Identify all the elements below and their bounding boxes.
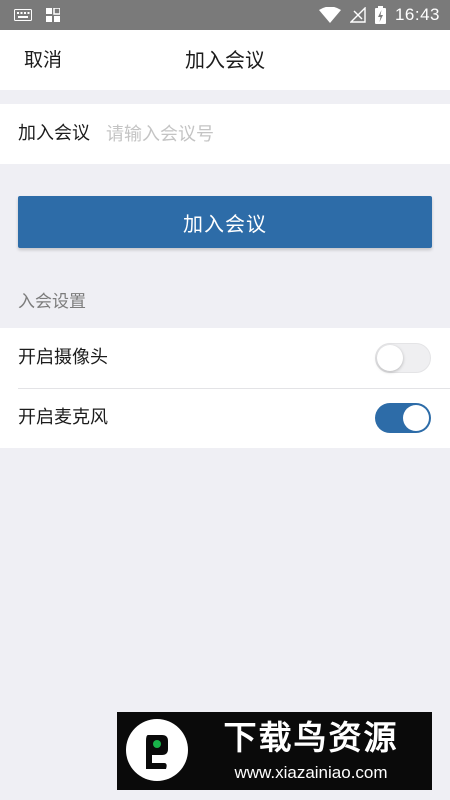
header: 取消 加入会议 xyxy=(0,30,450,90)
settings-list: 开启摄像头 开启麦克风 xyxy=(0,328,450,448)
camera-toggle[interactable] xyxy=(375,343,431,373)
meeting-number-row: 加入会议 xyxy=(0,104,450,164)
watermark-banner: 下载鸟资源 www.xiazainiao.com xyxy=(117,712,432,790)
grid-icon xyxy=(46,8,60,22)
watermark-url: www.xiazainiao.com xyxy=(234,763,388,782)
join-meeting-button[interactable]: 加入会议 xyxy=(18,196,432,248)
wifi-icon xyxy=(318,7,341,23)
watermark-title: 下载鸟资源 xyxy=(223,718,399,757)
toggle-knob xyxy=(377,345,403,371)
camera-setting-label: 开启摄像头 xyxy=(18,347,108,368)
status-bar: 16:43 xyxy=(0,0,450,30)
battery-charging-icon xyxy=(374,6,386,24)
toggle-knob xyxy=(403,405,429,431)
microphone-setting-row: 开启麦克风 xyxy=(0,388,450,448)
no-signal-icon xyxy=(349,7,366,23)
page-title: 加入会议 xyxy=(185,48,265,72)
keyboard-icon xyxy=(14,9,32,21)
microphone-setting-label: 开启麦克风 xyxy=(18,407,108,428)
microphone-toggle[interactable] xyxy=(375,403,431,433)
bird-logo-icon xyxy=(126,719,188,781)
cancel-button[interactable]: 取消 xyxy=(24,30,62,90)
camera-setting-row: 开启摄像头 xyxy=(0,328,450,388)
meeting-number-label: 加入会议 xyxy=(18,123,90,144)
meeting-number-input[interactable] xyxy=(106,114,436,154)
clock: 16:43 xyxy=(394,5,440,24)
settings-section-title: 入会设置 xyxy=(18,292,86,312)
